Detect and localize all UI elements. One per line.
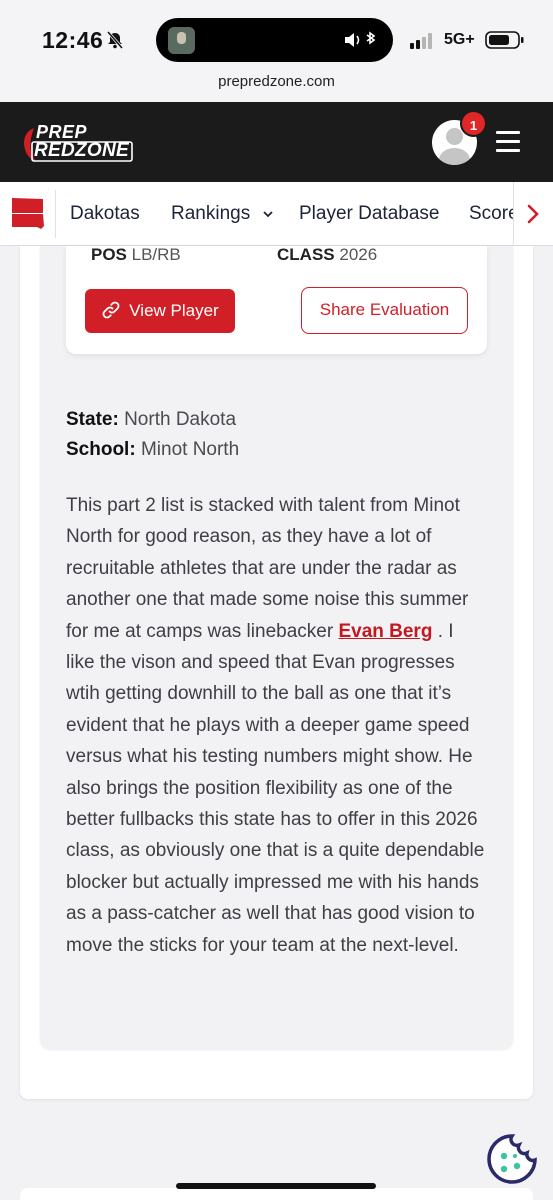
state-label: State: — [66, 409, 119, 430]
nav-scroll-right[interactable] — [513, 182, 553, 245]
avatar-body — [439, 148, 470, 165]
player-class: CLASS 2026 — [277, 245, 377, 265]
clock: 12:46 — [42, 27, 104, 53]
view-player-button[interactable]: View Player — [85, 289, 235, 333]
state-field: State: North Dakota — [66, 409, 236, 431]
section-nav: Dakotas Rankings Player Database Scores — [0, 182, 553, 246]
evaluation-text: This part 2 list is stacked with talent … — [66, 490, 486, 961]
nav-divider — [55, 190, 56, 238]
notification-badge[interactable]: 1 — [460, 110, 487, 137]
nav-player-database[interactable]: Player Database — [299, 203, 439, 225]
nav-rankings-label: Rankings — [171, 203, 251, 224]
evaluation-text-end: . I like the vison and speed that Evan p… — [66, 620, 485, 956]
chevron-down-icon — [262, 211, 273, 218]
cookie-icon[interactable] — [487, 1134, 537, 1184]
home-indicator[interactable] — [176, 1183, 376, 1189]
state-value: North Dakota — [124, 409, 237, 430]
signal-icon — [410, 33, 432, 49]
link-icon — [102, 301, 120, 319]
bell-muted-icon — [107, 31, 123, 49]
audio-bluetooth-icon — [345, 31, 376, 47]
menu-icon[interactable] — [496, 131, 520, 158]
chevron-right-icon — [527, 204, 539, 224]
player-position: POS LB/RB — [91, 245, 181, 265]
player-link[interactable]: Evan Berg — [338, 621, 432, 642]
view-player-label: View Player — [129, 301, 219, 320]
class-value: 2026 — [339, 245, 378, 264]
dakotas-map-icon[interactable] — [10, 196, 46, 232]
battery-icon — [485, 31, 524, 49]
next-card — [20, 1188, 533, 1200]
avatar-head — [446, 128, 463, 145]
site-logo[interactable]: PREP REDZONE — [20, 122, 135, 169]
class-label: CLASS — [277, 245, 335, 264]
school-label: School: — [66, 439, 136, 460]
media-thumbnail — [168, 27, 195, 54]
school-value: Minot North — [140, 439, 240, 460]
pos-label: POS — [91, 245, 127, 264]
address-bar[interactable]: prepredzone.com — [0, 66, 553, 102]
dynamic-island[interactable] — [156, 18, 393, 62]
nav-rankings[interactable]: Rankings — [171, 203, 274, 225]
pos-value: LB/RB — [131, 245, 181, 264]
nav-dakotas[interactable]: Dakotas — [70, 203, 140, 225]
url-text: prepredzone.com — [218, 73, 335, 90]
school-field: School: Minot North — [66, 439, 239, 461]
evaluation-text-start: This part 2 list is stacked with talent … — [66, 495, 469, 642]
status-bar: 12:46 5G+ — [0, 0, 553, 66]
logo-text-bottom: REDZONE — [34, 140, 129, 161]
share-evaluation-button[interactable]: Share Evaluation — [301, 287, 468, 334]
network-type: 5G+ — [444, 31, 475, 48]
